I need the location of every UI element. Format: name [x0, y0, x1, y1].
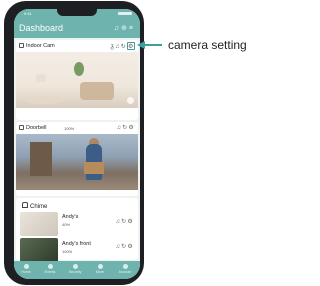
gear-icon[interactable]: ⚙ — [128, 125, 135, 131]
doorbell-card: Doorbell 100% ♫↻⚙ — [16, 122, 138, 196]
package-shape — [84, 162, 104, 174]
app-header: Dashboard ♫⊕≡ — [14, 19, 140, 38]
battery-level: 40% — [62, 222, 71, 227]
tab-label: Account — [118, 270, 132, 274]
plus-icon[interactable]: ⊕ — [121, 25, 129, 32]
battery-level: 100% — [62, 249, 73, 254]
camera-name: Doorbell — [26, 125, 47, 131]
indoor-cam-card: Indoor Cam ᵹ♫↻⚙ — [16, 40, 138, 120]
chime-header: Chime — [22, 202, 47, 210]
tab-more[interactable]: More — [90, 264, 110, 274]
gear-icon[interactable]: ⚙ — [127, 244, 134, 250]
page-title: Dashboard — [19, 23, 64, 33]
camera-controls: ᵹ♫↻⚙ — [111, 42, 135, 50]
doorbell-header: Doorbell 100% ♫↻⚙ — [16, 122, 138, 134]
tab-events[interactable]: Events — [40, 264, 60, 274]
chime-device-controls: ♫↻⚙ — [115, 243, 134, 250]
chime-device-thumbnail[interactable] — [20, 212, 58, 236]
door-shape — [30, 142, 52, 176]
status-time: 9:41 — [24, 11, 32, 16]
chime-title: Chime — [30, 204, 48, 210]
sofa-shape — [80, 82, 114, 100]
phone-frame: 9:41 Dashboard ♫⊕≡ Indoor Cam ᵹ♫↻⚙ Doorb… — [4, 1, 144, 285]
phone-notch — [57, 9, 97, 16]
doorbell-preview[interactable] — [16, 134, 138, 190]
bottom-tab-bar: Home Events Security More Account — [14, 261, 140, 279]
chime-device-name: Andy's — [62, 214, 79, 220]
camera-controls: ♫↻⚙ — [116, 124, 135, 131]
account-icon — [122, 264, 128, 269]
battery-level: 100% — [64, 125, 75, 131]
tab-label: Events — [44, 270, 56, 274]
lamp-shape — [36, 74, 46, 82]
callout-arrow-icon — [137, 41, 145, 49]
chime-device-thumbnail[interactable] — [20, 238, 58, 262]
tab-account[interactable]: Account — [115, 264, 135, 274]
camera-name: Indoor Cam — [26, 43, 55, 49]
home-icon — [23, 264, 29, 269]
chime-icon — [22, 202, 28, 208]
bell-icon[interactable]: ♫ — [114, 25, 121, 32]
events-icon — [47, 264, 53, 269]
gear-icon[interactable]: ⚙ — [127, 219, 134, 225]
indoor-cam-header: Indoor Cam ᵹ♫↻⚙ — [16, 40, 138, 52]
tab-label: More — [96, 270, 104, 274]
header-actions: ♫⊕≡ — [114, 24, 135, 32]
more-icon — [97, 264, 103, 269]
camera-setting-icon[interactable]: ⚙ — [127, 42, 135, 50]
doorbell-icon — [19, 125, 24, 130]
indoor-cam-preview[interactable] — [16, 52, 138, 108]
signal-icon — [118, 12, 132, 15]
chime-card: Chime Andy's 40% ♫↻⚙ Andy's front 100% ♫… — [16, 198, 138, 262]
security-icon — [72, 264, 78, 269]
chime-device-controls: ♫↻⚙ — [115, 218, 134, 225]
tab-security[interactable]: Security — [65, 264, 85, 274]
app-screen: 9:41 Dashboard ♫⊕≡ Indoor Cam ᵹ♫↻⚙ Doorb… — [14, 9, 140, 279]
callout-label: camera setting — [168, 38, 247, 52]
callout-line — [145, 44, 162, 46]
tab-home[interactable]: Home — [16, 264, 36, 274]
chime-device-name: Andy's front — [62, 241, 91, 247]
tab-label: Home — [21, 270, 31, 274]
rug-shape — [24, 96, 64, 104]
plant-shape — [74, 62, 84, 76]
camera-icon — [19, 43, 24, 48]
play-icon[interactable] — [127, 97, 134, 104]
tab-label: Security — [68, 270, 82, 274]
menu-icon[interactable]: ≡ — [129, 25, 135, 32]
